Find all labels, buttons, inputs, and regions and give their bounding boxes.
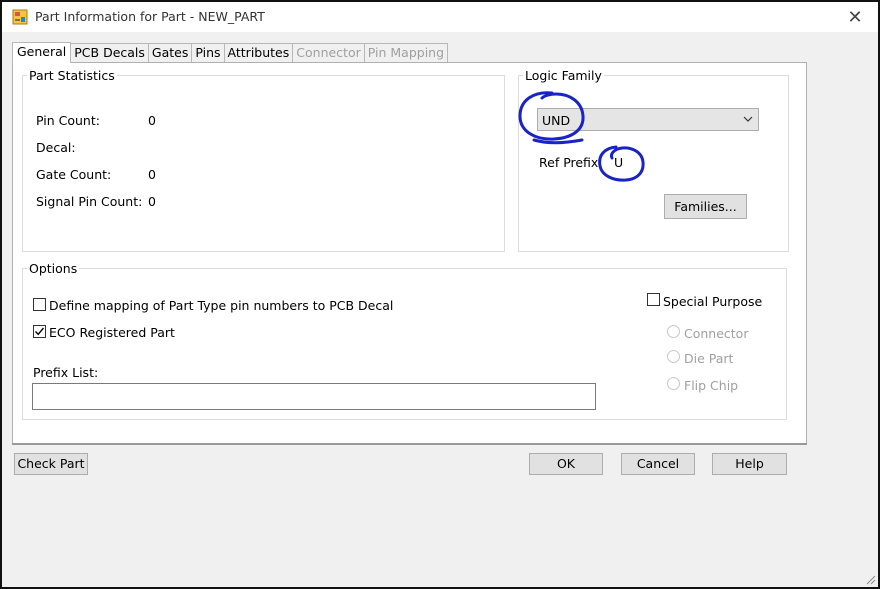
tab-pins[interactable]: Pins	[192, 43, 225, 62]
ref-prefix-value[interactable]: U	[614, 155, 623, 170]
radio-connector-label[interactable]: Connector	[684, 326, 748, 341]
tab-general[interactable]: General	[12, 42, 72, 63]
eco-registered-checkbox[interactable]	[33, 325, 46, 338]
title-bar: Part Information for Part - NEW_PART ✕	[2, 2, 878, 32]
radio-connector[interactable]	[667, 325, 680, 338]
cancel-button[interactable]: Cancel	[621, 453, 695, 475]
part-statistics-group: Part Statistics	[22, 68, 505, 252]
chevron-down-icon	[743, 112, 753, 129]
checkmark-icon	[34, 327, 45, 336]
close-icon: ✕	[847, 6, 863, 28]
prefix-list-input[interactable]	[32, 383, 596, 410]
signal-pin-count-label: Signal Pin Count:	[36, 194, 143, 209]
tab-pin-mapping[interactable]: Pin Mapping	[364, 43, 449, 62]
radio-die-part[interactable]	[667, 350, 680, 363]
help-button[interactable]: Help	[712, 453, 787, 475]
window-title: Part Information for Part - NEW_PART	[35, 9, 265, 24]
logic-family-legend: Logic Family	[523, 68, 604, 83]
logic-family-selected: UND	[542, 113, 571, 128]
special-purpose-label[interactable]: Special Purpose	[663, 294, 762, 309]
eco-registered-label[interactable]: ECO Registered Part	[49, 325, 175, 340]
decal-label: Decal:	[36, 140, 76, 155]
pin-count-label: Pin Count:	[36, 113, 100, 128]
prefix-list-label: Prefix List:	[33, 365, 99, 380]
pin-count-value: 0	[148, 113, 156, 128]
radio-flip-chip[interactable]	[667, 377, 680, 390]
app-icon	[12, 9, 28, 25]
families-button[interactable]: Families...	[664, 194, 747, 219]
signal-pin-count-value: 0	[148, 194, 156, 209]
resize-grip-icon[interactable]	[866, 575, 876, 585]
tab-pcb-decals[interactable]: PCB Decals	[71, 43, 149, 62]
tab-connector[interactable]: Connector	[293, 43, 365, 62]
tab-strip: General PCB Decals Gates Pins Attributes…	[12, 42, 449, 63]
check-part-button[interactable]: Check Part	[14, 453, 88, 475]
logic-family-select[interactable]: UND	[537, 108, 759, 131]
tab-attributes[interactable]: Attributes	[224, 43, 294, 62]
radio-flip-chip-label[interactable]: Flip Chip	[684, 378, 738, 393]
dialog-window: Part Information for Part - NEW_PART ✕ G…	[0, 0, 880, 589]
ok-button[interactable]: OK	[529, 453, 603, 475]
panel-shadow	[12, 443, 807, 445]
define-mapping-checkbox[interactable]	[33, 298, 46, 311]
define-mapping-label[interactable]: Define mapping of Part Type pin numbers …	[49, 298, 393, 313]
options-legend: Options	[27, 261, 80, 276]
radio-die-part-label[interactable]: Die Part	[684, 351, 733, 366]
special-purpose-checkbox[interactable]	[647, 293, 660, 306]
gate-count-value: 0	[148, 167, 156, 182]
close-button[interactable]: ✕	[832, 2, 878, 32]
ref-prefix-label: Ref Prefix:	[539, 155, 603, 170]
part-statistics-legend: Part Statistics	[27, 68, 117, 83]
tab-gates[interactable]: Gates	[148, 43, 193, 62]
gate-count-label: Gate Count:	[36, 167, 112, 182]
